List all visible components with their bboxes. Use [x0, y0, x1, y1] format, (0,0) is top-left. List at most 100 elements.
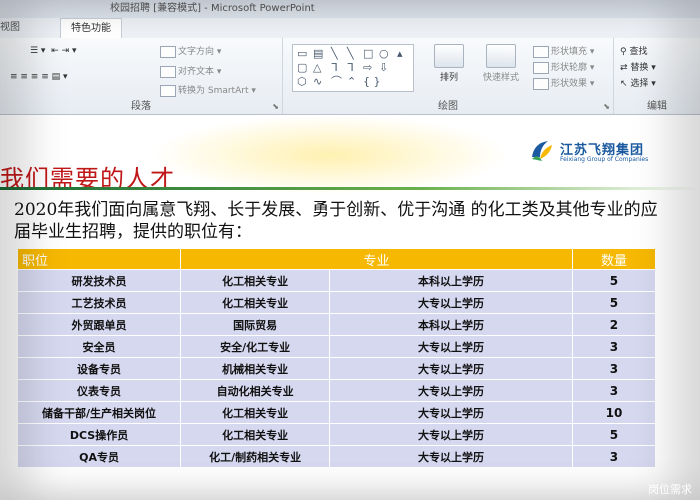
window-title-bar: 校园招聘 [兼容模式] - Microsoft PowerPoint — [0, 0, 700, 19]
cell-quantity: 5 — [572, 269, 657, 292]
quick-styles-button[interactable]: 快速样式 — [473, 44, 529, 83]
binoculars-icon: ⚲ — [620, 47, 627, 57]
cell-quantity: 3 — [572, 379, 657, 402]
arrange-icon — [434, 44, 464, 68]
cell-position: 储备干部/生产相关岗位 — [18, 401, 182, 424]
shape-bent-icon[interactable]: ⌃ — [347, 76, 356, 87]
shape-arrow-right-icon[interactable]: ⇨ — [363, 62, 372, 73]
cell-major: 化工相关专业 — [180, 269, 331, 292]
cell-major: 化工/制药相关专业 — [180, 445, 331, 467]
cell-major: 国际贸易 — [180, 313, 331, 336]
cell-position: 外贸跟单员 — [18, 313, 182, 336]
shape-outline-button[interactable]: 形状轮廓 ▾ — [533, 60, 594, 74]
text-direction-button[interactable]: 文字方向 ▾ — [160, 44, 221, 58]
table-row: 储备干部/生产相关岗位 化工相关专业 大专以上学历 10 — [18, 401, 657, 424]
cell-education: 大专以上学历 — [329, 445, 573, 467]
cell-quantity: 3 — [572, 445, 657, 467]
align-buttons[interactable]: ≡ ≡ ≡ ≡ ▤ ▾ — [10, 72, 68, 82]
table-row: DCS操作员 化工相关专业 大专以上学历 5 — [18, 423, 657, 446]
text-direction-icon — [160, 45, 176, 58]
cell-education: 大专以上学历 — [329, 357, 573, 380]
cell-major: 化工相关专业 — [180, 291, 331, 314]
cell-position: 仪表专员 — [18, 379, 182, 402]
arrange-button[interactable]: 排列 — [431, 44, 467, 83]
cell-education: 大专以上学历 — [329, 423, 573, 446]
ribbon-tab-row: 视图 特色功能 — [0, 18, 700, 39]
cell-education: 大专以上学历 — [329, 335, 573, 358]
paragraph-group-label: 段落 — [131, 101, 151, 112]
table-row: QA专员 化工/制药相关专业 大专以上学历 3 — [18, 445, 657, 467]
cell-major: 机械相关专业 — [180, 357, 331, 380]
shape-triangle-icon[interactable]: △ — [313, 62, 321, 73]
cell-quantity: 3 — [572, 335, 657, 358]
select-button[interactable]: ↖ 选择 ▾ — [620, 76, 656, 89]
shape-freeform-icon[interactable]: ⌒ — [331, 76, 342, 87]
cell-education: 大专以上学历 — [329, 291, 573, 314]
header-quantity: 数量 — [572, 249, 657, 270]
slide-canvas[interactable]: 江苏飞翔集团 Feixiang Group of Companies 我们需要的… — [0, 115, 700, 500]
logo-mark-icon — [529, 138, 555, 164]
table-row: 研发技术员 化工相关专业 本科以上学历 5 — [18, 269, 657, 292]
tab-special-features[interactable]: 特色功能 — [60, 18, 122, 39]
table-row: 仪表专员 自动化相关专业 大专以上学历 3 — [18, 379, 657, 402]
cell-quantity: 3 — [572, 357, 657, 380]
header-major: 专业 — [180, 249, 573, 270]
screenshot: 校园招聘 [兼容模式] - Microsoft PowerPoint 视图 特色… — [0, 0, 700, 500]
shape-brace-icon[interactable]: { } — [363, 76, 381, 87]
shape-effects-icon — [533, 77, 549, 90]
paragraph-launcher-icon[interactable]: ⬊ — [272, 102, 279, 111]
paragraph-group: ☰ ▾ ⇤ ⇥ ▾ ≡ ≡ ≡ ≡ ▤ ▾ 文字方向 ▾ 对齐文本 ▾ 转换为 … — [0, 38, 283, 114]
shape-fill-button[interactable]: 形状填充 ▾ — [533, 44, 594, 58]
replace-button[interactable]: ⇄ 替换 ▾ — [620, 60, 656, 73]
drawing-launcher-icon[interactable]: ⬊ — [603, 102, 610, 111]
shape-line-icon[interactable]: ╲ — [331, 48, 338, 59]
cell-position: 安全员 — [18, 335, 182, 358]
convert-smartart-button[interactable]: 转换为 SmartArt ▾ — [160, 83, 256, 97]
shape-box-icon[interactable]: □ — [363, 48, 373, 59]
drawing-group: ▭ ▤ ╲ ╲ □ ○ ▢ △ ᒣ ᒣ ⇨ ⇩ ⬡ ∿ ⌒ ⌃ { } ▴ 排列… — [283, 38, 614, 114]
shape-hexagon-icon[interactable]: ⬡ — [297, 76, 307, 87]
shape-rectangle-icon[interactable]: ▭ — [297, 48, 307, 59]
cell-major: 化工相关专业 — [180, 423, 331, 446]
window-title: 校园招聘 [兼容模式] - Microsoft PowerPoint — [110, 3, 315, 14]
find-button[interactable]: ⚲ 查找 — [620, 44, 647, 57]
shape-rounded-icon[interactable]: ▢ — [297, 62, 307, 73]
cell-major: 安全/化工专业 — [180, 335, 331, 358]
cell-education: 本科以上学历 — [329, 269, 573, 292]
smartart-icon — [160, 84, 176, 97]
cell-position: 工艺技术员 — [18, 291, 182, 314]
list-buttons[interactable]: ☰ ▾ ⇤ ⇥ ▾ — [30, 46, 77, 56]
gallery-scroll-icon[interactable]: ▴ — [397, 48, 403, 59]
shape-effects-button[interactable]: 形状效果 ▾ — [533, 76, 594, 90]
pointer-icon: ↖ — [620, 79, 628, 89]
table-row: 设备专员 机械相关专业 大专以上学历 3 — [18, 357, 657, 380]
cell-quantity: 5 — [572, 291, 657, 314]
image-caption: 岗位需求 — [648, 483, 692, 496]
cell-position: QA专员 — [18, 445, 182, 467]
shape-oval-icon[interactable]: ○ — [379, 48, 389, 59]
slide-background-glow — [150, 115, 510, 195]
align-text-button[interactable]: 对齐文本 ▾ — [160, 64, 221, 78]
cell-education: 大专以上学历 — [329, 379, 573, 402]
table-header-row: 职位 专业 数量 — [18, 249, 657, 270]
shape-elbow2-icon[interactable]: ᒣ — [347, 62, 354, 73]
shapes-gallery[interactable]: ▭ ▤ ╲ ╲ □ ○ ▢ △ ᒣ ᒣ ⇨ ⇩ ⬡ ∿ ⌒ ⌃ { } ▴ — [292, 44, 414, 92]
drawing-group-label: 绘图 — [438, 101, 458, 112]
cell-major: 自动化相关专业 — [180, 379, 331, 402]
shape-line2-icon[interactable]: ╲ — [347, 48, 354, 59]
cell-quantity: 2 — [572, 313, 657, 336]
ribbon: ☰ ▾ ⇤ ⇥ ▾ ≡ ≡ ≡ ≡ ▤ ▾ 文字方向 ▾ 对齐文本 ▾ 转换为 … — [0, 38, 700, 115]
shape-curve-icon[interactable]: ∿ — [313, 76, 322, 87]
table-row: 工艺技术员 化工相关专业 大专以上学历 5 — [18, 291, 657, 314]
shape-elbow-icon[interactable]: ᒣ — [331, 62, 338, 73]
shape-textbox-icon[interactable]: ▤ — [313, 48, 323, 59]
editing-group: ⚲ 查找 ⇄ 替换 ▾ ↖ 选择 ▾ 编辑 — [614, 38, 700, 114]
cell-position: DCS操作员 — [18, 423, 182, 446]
job-table: 职位 专业 数量 研发技术员 化工相关专业 本科以上学历 5 工艺技术员 化工相关专业大… — [18, 249, 657, 467]
editing-group-label: 编辑 — [647, 101, 667, 112]
title-underline — [0, 187, 700, 190]
shape-arrow-down-icon[interactable]: ⇩ — [379, 62, 388, 73]
header-position: 职位 — [18, 249, 182, 270]
tab-view[interactable]: 视图 — [0, 18, 20, 38]
shape-outline-icon — [533, 61, 549, 74]
